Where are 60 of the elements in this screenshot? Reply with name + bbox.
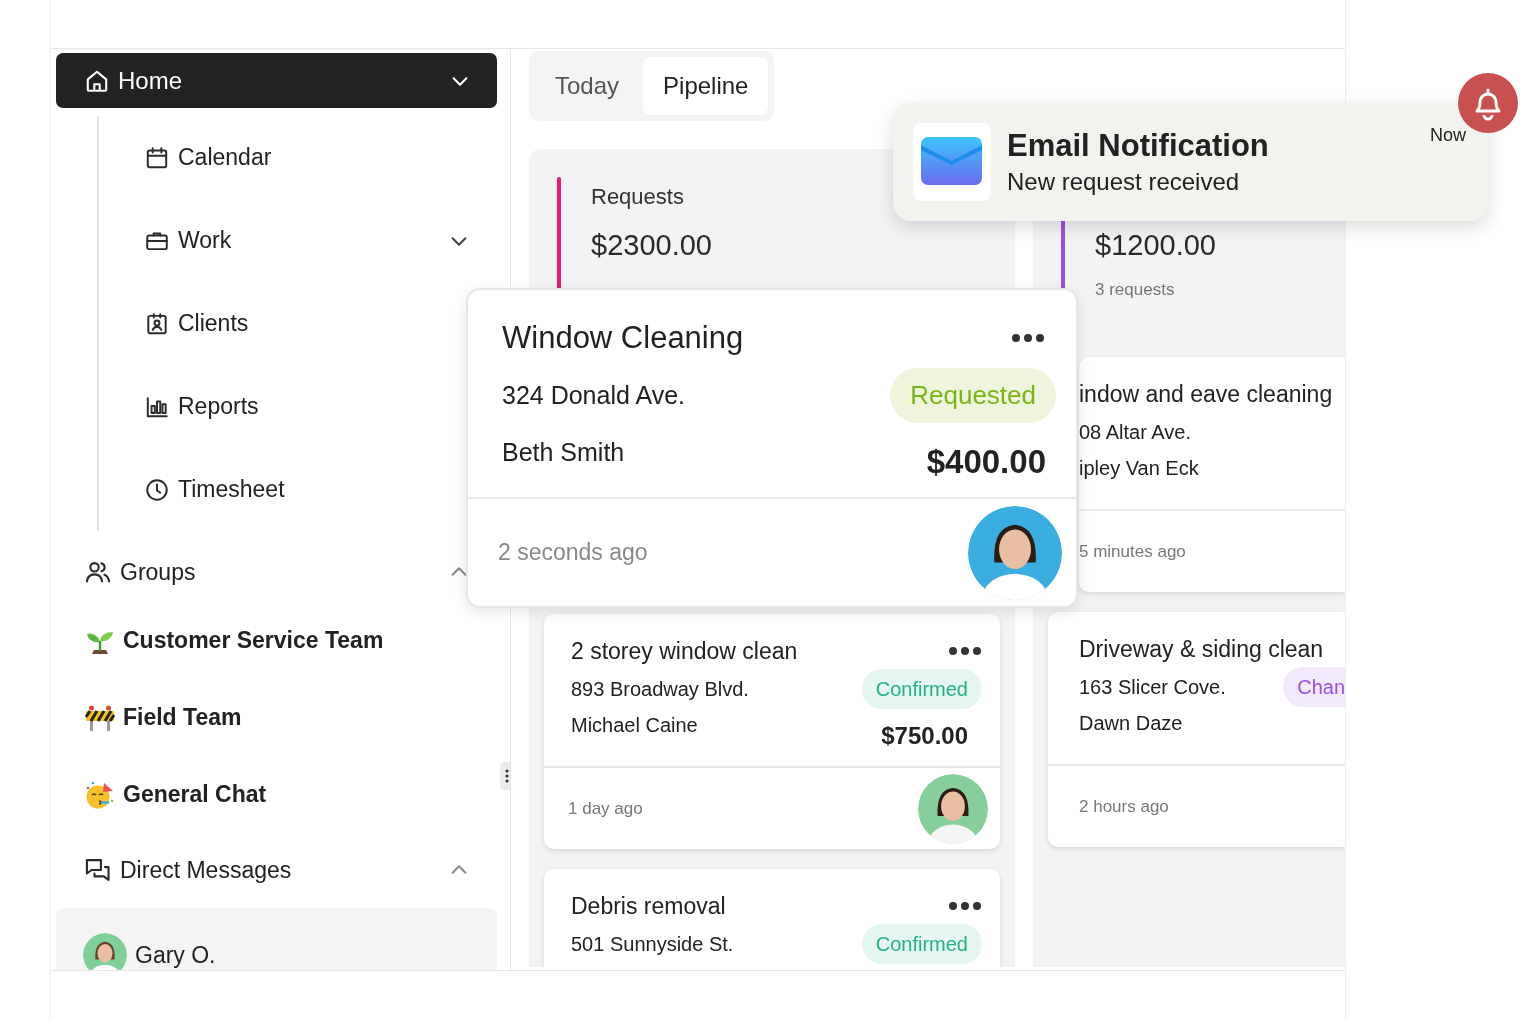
notification-time: Now (1430, 125, 1466, 146)
more-options-icon[interactable] (948, 646, 982, 656)
nav-label[interactable]: Work (178, 227, 232, 254)
column-count: 3 requests (1095, 280, 1175, 299)
job-title: Driveway & siding clean (1079, 635, 1324, 663)
time-ago: 5 minutes ago (1079, 541, 1186, 562)
status-badge: Requested (890, 367, 1056, 423)
column-total: $2300.00 (591, 229, 712, 261)
job-address: 893 Broadway Blvd. (571, 677, 749, 701)
more-options-icon[interactable] (948, 901, 982, 911)
notification-message: New request received (1007, 168, 1241, 196)
client-name: Michael Caine (571, 713, 698, 738)
chat-bubbles-icon (84, 856, 112, 884)
time-ago: 2 hours ago (1079, 796, 1169, 817)
job-title: 2 storey window clean (571, 637, 798, 665)
column-total: $1200.00 (1095, 229, 1216, 261)
job-card[interactable]: Debris removal 501 Sunnyside St. Confirmed (544, 869, 1000, 967)
party-face-icon (85, 779, 115, 810)
view-tab[interactable]: Today (535, 57, 640, 115)
job-amount: $400.00 (926, 442, 1046, 482)
job-card[interactable]: indow and eave cleaning 08 Altar Ave. ipley Van Eck 5 minutes ago (1079, 357, 1345, 592)
channel-name[interactable]: Field Team (123, 704, 242, 731)
avatar (83, 933, 127, 970)
client-name: Dawn Daze (1079, 711, 1183, 736)
clock-icon (144, 476, 170, 503)
column-title: Requests (591, 184, 684, 209)
job-title: indow and eave cleaning (1079, 380, 1333, 408)
channel-name[interactable]: General Chat (123, 781, 267, 808)
status-badge: Confirmed (861, 669, 982, 709)
notification-toast[interactable]: Email Notification New request received Now (893, 103, 1488, 221)
groups-heading[interactable]: Groups (120, 558, 196, 586)
job-card[interactable]: Driveway & siding clean 163 Slicer Cove. Chan Dawn Daze 2 hours ago (1048, 612, 1345, 847)
channel-name[interactable]: Customer Service Team (123, 627, 384, 654)
nav-label[interactable]: Timesheet (178, 476, 285, 503)
id-badge-icon (144, 310, 170, 337)
job-amount: $750.00 (881, 721, 968, 751)
time-ago: 2 seconds ago (498, 539, 648, 566)
nav-label[interactable]: Reports (178, 393, 259, 420)
status-badge: Chan (1283, 667, 1345, 707)
client-name: ipley Van Eck (1079, 456, 1199, 481)
client-name: Beth Smith (502, 437, 625, 468)
job-address: 163 Slicer Cove. (1079, 675, 1226, 699)
job-address: 08 Altar Ave. (1079, 420, 1191, 444)
nav-label[interactable]: Clients (178, 310, 249, 337)
job-card[interactable]: 2 storey window clean 893 Broadway Blvd. Confirmed Michael Caine $750.00 1 day ago (544, 614, 1000, 849)
job-address: 501 Sunnyside St. (571, 932, 734, 956)
job-address: 324 Donald Ave. (502, 380, 686, 410)
dragged-job-card[interactable]: Window Cleaning 324 Donald Ave. Requested Beth Smith $400.00 2 seconds ago (466, 288, 1078, 608)
status-badge: Confirmed (861, 924, 982, 964)
calendar-icon (144, 144, 170, 171)
envelope-icon (913, 123, 991, 201)
nav-label[interactable]: Calendar (178, 144, 272, 171)
notification-title: Email Notification (1007, 128, 1270, 164)
time-ago: 1 day ago (568, 798, 643, 819)
home-nav-button[interactable]: Home (56, 53, 497, 108)
view-tab[interactable]: Pipeline (643, 57, 769, 115)
job-title: Debris removal (571, 892, 726, 920)
job-title: Window Cleaning (502, 320, 744, 356)
direct-message-item[interactable]: Gary O. (56, 908, 497, 970)
direct-messages-heading[interactable]: Direct Messages (120, 856, 292, 884)
